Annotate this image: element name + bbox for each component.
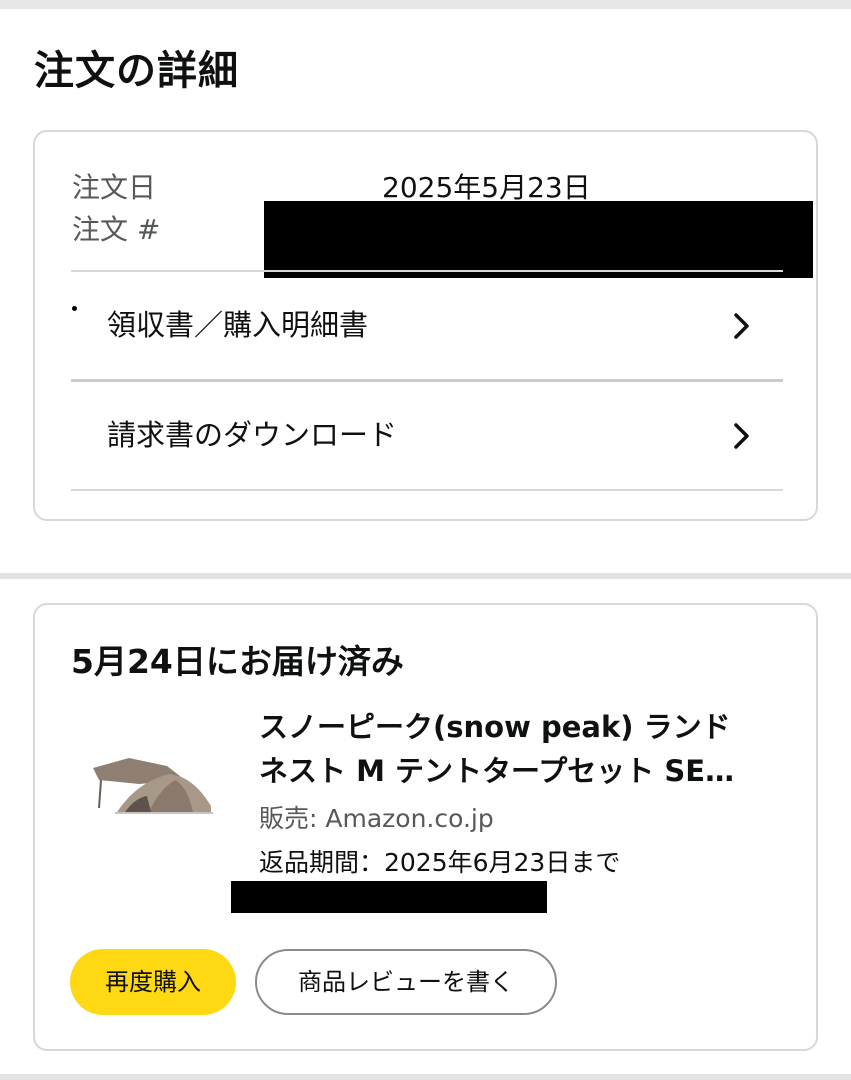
product-title-line1: スノーピーク(snow peak) ランド bbox=[259, 710, 731, 744]
shipment-card: 5月24日にお届け済み スノーピーク(snow peak) ランド ネスト M … bbox=[33, 603, 818, 1051]
page-title: 注文の詳細 bbox=[34, 48, 239, 94]
top-edge-bar bbox=[0, 0, 851, 9]
return-period: 返品期間：2025年6月23日まで bbox=[259, 848, 621, 877]
order-number-redacted bbox=[264, 201, 813, 278]
write-review-button[interactable]: 商品レビューを書く bbox=[255, 949, 557, 1015]
order-date-value: 2025年5月23日 bbox=[382, 171, 591, 204]
delivery-status: 5月24日にお届け済み bbox=[71, 642, 404, 681]
order-number-label: 注文 # bbox=[72, 213, 161, 246]
receipt-link-row[interactable]: 領収書／購入明細書 bbox=[71, 272, 783, 378]
tent-product-image[interactable] bbox=[89, 750, 219, 825]
section-separator bbox=[0, 573, 851, 579]
invoice-download-row[interactable]: 請求書のダウンロード bbox=[71, 382, 783, 488]
invoice-download-label: 請求書のダウンロード bbox=[107, 418, 398, 452]
order-date-label: 注文日 bbox=[72, 171, 157, 204]
redacted-info bbox=[231, 881, 547, 913]
chevron-right-icon bbox=[734, 313, 749, 339]
receipt-link-label: 領収書／購入明細書 bbox=[107, 308, 369, 342]
buy-again-button[interactable]: 再度購入 bbox=[70, 949, 236, 1015]
section-separator bbox=[0, 1074, 851, 1080]
product-title[interactable]: スノーピーク(snow peak) ランド ネスト M テントタープセット SE… bbox=[259, 705, 799, 793]
order-info-card: 注文日 2025年5月23日 注文 # 領収書／購入明細書 請求書のダウンロード bbox=[33, 130, 818, 521]
product-title-line2: ネスト M テントタープセット SE… bbox=[259, 754, 735, 788]
divider bbox=[71, 489, 783, 491]
chevron-right-icon bbox=[734, 423, 749, 449]
seller-info: 販売: Amazon.co.jp bbox=[259, 804, 494, 833]
